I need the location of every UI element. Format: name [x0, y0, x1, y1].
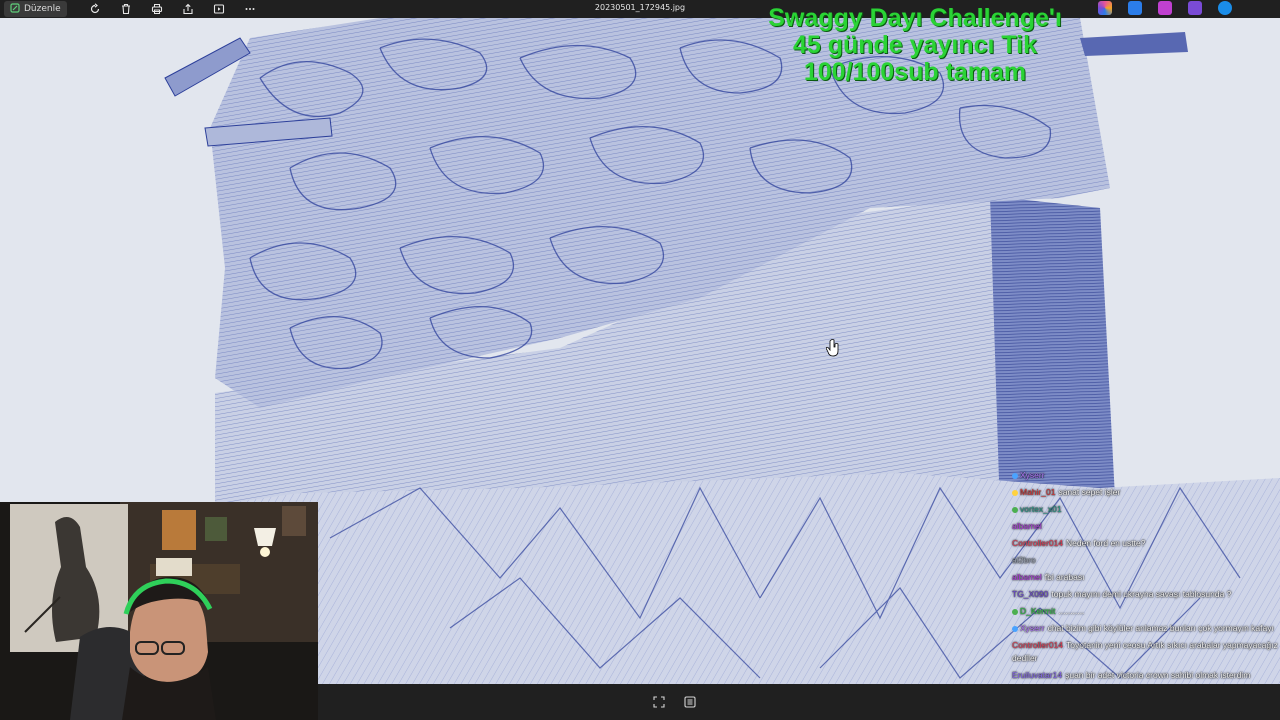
chat-message: Mahir_01 sanat sepet işler [1012, 486, 1278, 499]
chat-message: albamel [1012, 520, 1278, 533]
challenge-line-2: 45 günde yayıncı Tik [792, 31, 1038, 59]
filmstrip-icon[interactable] [683, 694, 697, 708]
share-icon[interactable] [180, 1, 196, 17]
challenge-overlay: Swaggy Dayı Challenge'ı 45 günde yayıncı… [700, 5, 1130, 86]
chat-message: vortex_x01 [1012, 503, 1278, 516]
chat-text: fbi arabası [1044, 572, 1085, 582]
print-icon[interactable] [149, 1, 165, 17]
chat-text: Neden ford en ustte? [1066, 538, 1146, 548]
delete-icon[interactable] [118, 1, 134, 17]
chat-text: ........... [1058, 606, 1085, 616]
clipchamp-icon[interactable] [1158, 1, 1172, 15]
chat-message: albamel fbi arabası [1012, 571, 1278, 584]
badge-icon [1012, 625, 1018, 632]
streamer-webcam-image [0, 502, 318, 720]
chat-text: chat bizim gibi köylüler anlamaz bunları… [1047, 623, 1274, 633]
stream-chat: Xyserr Mahir_01 sanat sepet işler vortex_… [1012, 469, 1278, 686]
chat-username: Xyserr [1020, 470, 1045, 480]
chat-message: al2bro [1012, 554, 1278, 567]
badge-icon [1012, 489, 1018, 496]
fit-to-window-icon[interactable] [652, 694, 666, 708]
more-icon[interactable] [242, 1, 258, 17]
webcam-overlay [0, 502, 318, 720]
draw-app-icon[interactable] [1128, 1, 1142, 15]
chat-username: Controller014 [1012, 538, 1064, 548]
chat-username: D_Kermit [1020, 606, 1056, 616]
chat-username: vortex_x01 [1020, 504, 1062, 514]
onedrive-icon[interactable] [1218, 1, 1232, 15]
slideshow-icon[interactable] [211, 1, 227, 17]
chat-username: Controller014 [1012, 640, 1064, 650]
chat-message: Eruiluvatar14 şuan bir adet victoria crow… [1012, 669, 1278, 682]
chat-message: Xyserr [1012, 469, 1278, 482]
chat-text: sanat sepet işler [1058, 487, 1121, 497]
edit-button[interactable]: Düzenle [4, 1, 67, 17]
chat-message: Controller014 Toyotanin yeni ceosu Artık … [1012, 639, 1278, 665]
chat-username: albamel [1012, 521, 1042, 531]
chat-username: al2bro [1012, 555, 1036, 565]
badge-icon [1012, 608, 1018, 615]
hand-cursor-icon [825, 339, 840, 361]
rotate-icon[interactable] [87, 1, 103, 17]
chat-username: Eruiluvatar14 [1012, 670, 1063, 680]
chat-username: Mahir_01 [1020, 487, 1056, 497]
edit-button-label: Düzenle [24, 4, 61, 14]
chat-username: TG_X090 [1012, 589, 1049, 599]
badge-icon [1012, 506, 1018, 513]
chat-message: Xyserr chat bizim gibi köylüler anlamaz b… [1012, 622, 1278, 635]
edit-icon [10, 2, 20, 16]
chat-text: şuan bir adet victoria crown sahibi olma… [1065, 670, 1251, 680]
chat-username: albamel [1012, 572, 1042, 582]
challenge-line-3: 100/100sub tamam [803, 58, 1027, 86]
chat-message: Controller014 Neden ford en ustte? [1012, 537, 1278, 550]
chat-text: topuk mayını demi ukrayna savaşı tablosu… [1051, 589, 1232, 599]
challenge-line-1: Swaggy Dayı Challenge'ı [768, 4, 1062, 32]
chat-username: Xyserr [1020, 623, 1045, 633]
badge-icon [1012, 472, 1018, 479]
teams-icon[interactable] [1188, 1, 1202, 15]
chat-message: TG_X090 topuk mayını demi ukrayna savaşı … [1012, 588, 1278, 601]
chat-message: D_Kermit........... [1012, 605, 1278, 618]
